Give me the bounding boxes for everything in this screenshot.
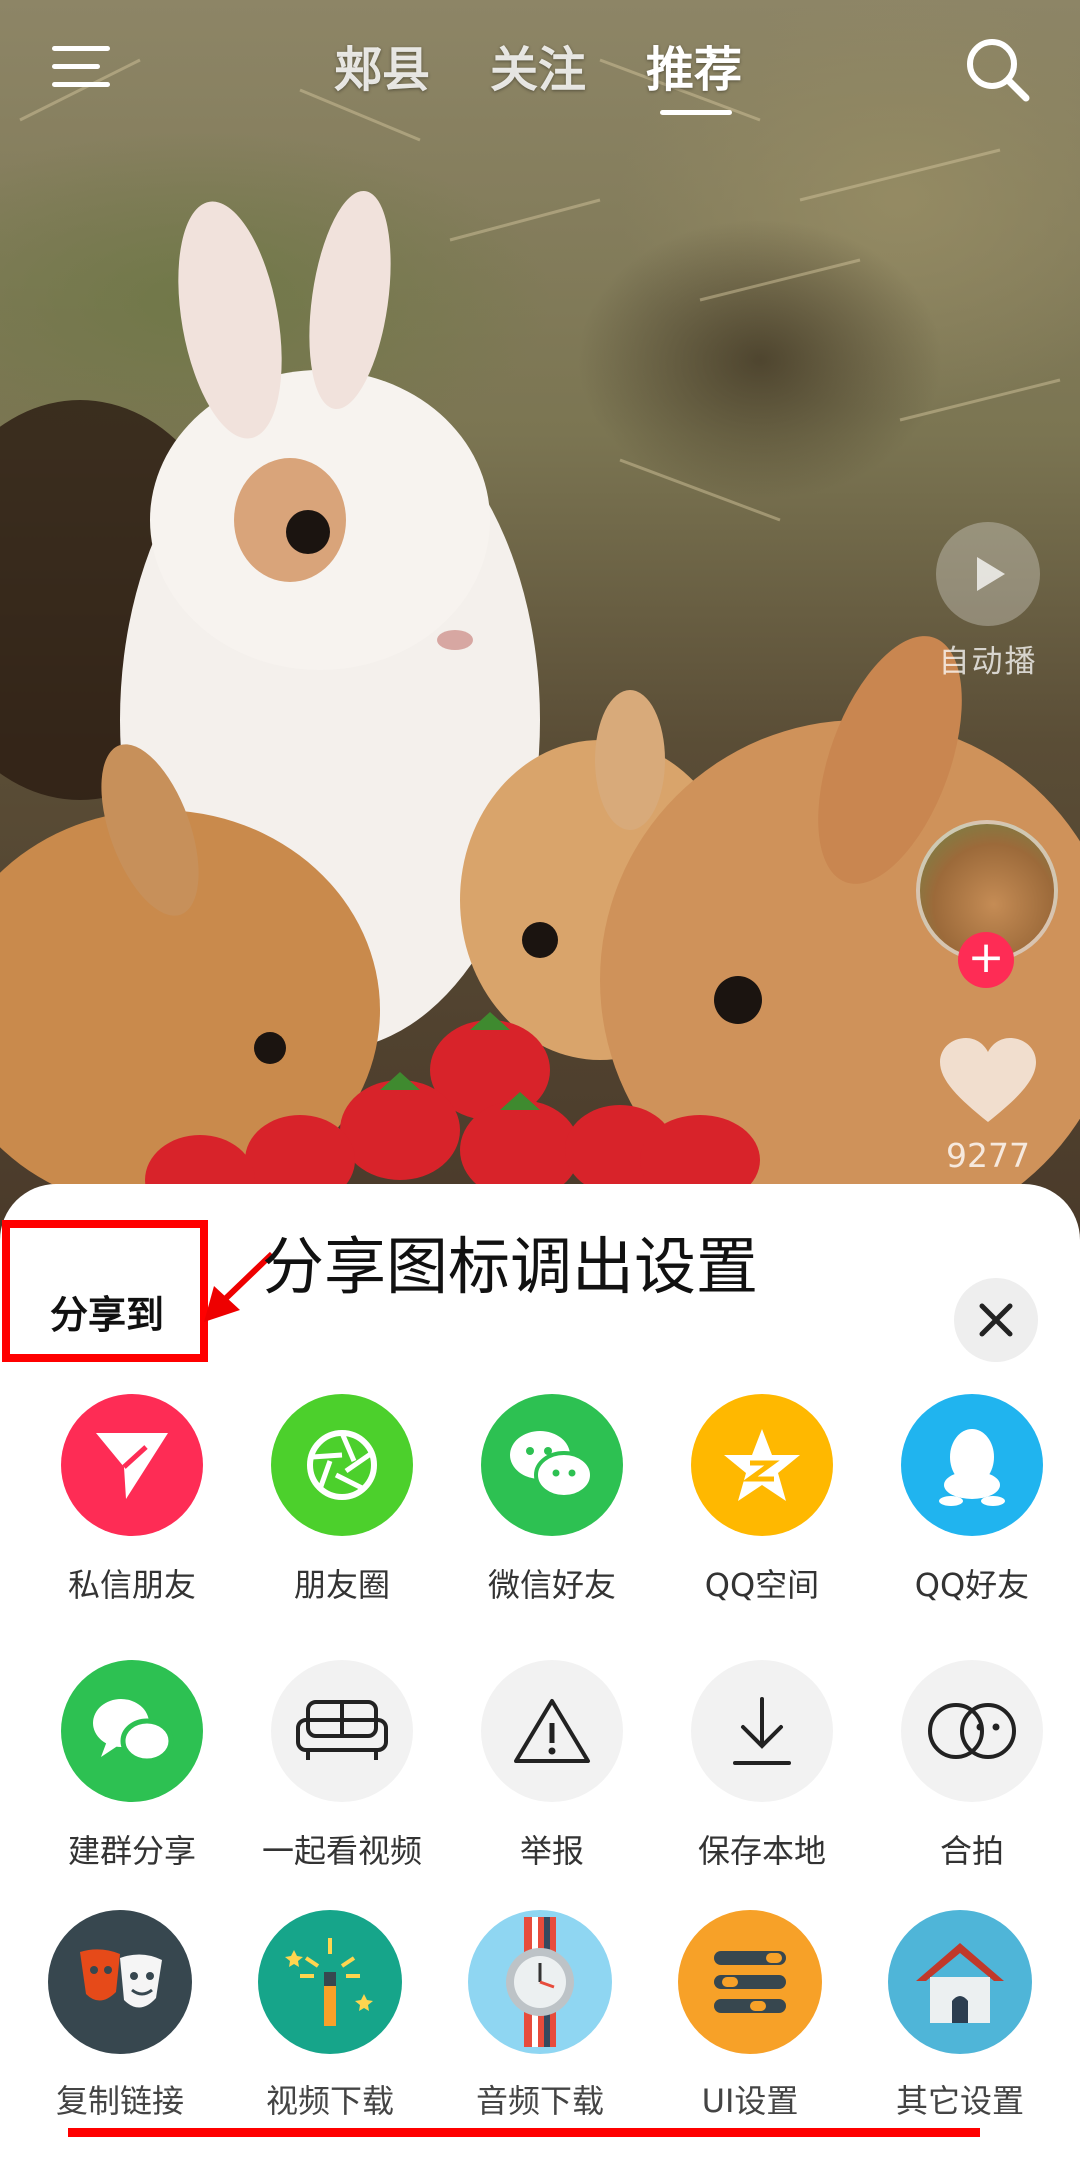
paper-plane-icon[interactable] <box>61 1394 203 1536</box>
group-chat-icon[interactable] <box>61 1660 203 1802</box>
theater-masks-icon[interactable] <box>48 1910 192 2054</box>
report[interactable]: 举报 <box>457 1660 647 1872</box>
share-private-message[interactable]: 私信朋友 <box>37 1394 227 1606</box>
heart-icon[interactable] <box>938 1036 1038 1126</box>
search-icon[interactable] <box>962 34 1032 104</box>
share-label: 保存本地 <box>697 1832 826 1870</box>
audio-download[interactable]: 音频下载 <box>445 1910 635 2122</box>
share-label: UI设置 <box>701 2082 799 2120</box>
video-download[interactable]: 视频下载 <box>235 1910 425 2122</box>
wechat-icon[interactable] <box>481 1394 623 1536</box>
aperture-icon[interactable] <box>271 1394 413 1536</box>
tab-local[interactable]: 郏县 <box>334 30 430 100</box>
share-label: 微信好友 <box>487 1566 616 1604</box>
share-label: 复制链接 <box>55 2082 184 2120</box>
download-icon[interactable] <box>691 1660 833 1802</box>
share-sheet-title: 分享到 <box>50 1293 165 1337</box>
annotation-text: 分享图标调出设置 <box>262 1230 759 1303</box>
share-label: 朋友圈 <box>293 1566 390 1604</box>
share-label: 音频下载 <box>475 2082 604 2120</box>
duet[interactable]: 合拍 <box>877 1660 1067 1872</box>
top-bar: 郏县 关注 推荐 <box>0 0 1080 130</box>
settings-list-icon[interactable] <box>678 1910 822 2054</box>
share-group-chat[interactable]: 建群分享 <box>37 1660 227 1872</box>
share-qq-friend[interactable]: QQ好友 <box>877 1394 1067 1606</box>
share-moments[interactable]: 朋友圈 <box>247 1394 437 1606</box>
share-qzone[interactable]: QQ空间 <box>667 1394 857 1606</box>
close-button[interactable] <box>954 1278 1038 1362</box>
share-wechat-friend[interactable]: 微信好友 <box>457 1394 647 1606</box>
share-label: 私信朋友 <box>67 1566 196 1604</box>
author-avatar[interactable]: + <box>916 820 1058 990</box>
other-settings[interactable]: 其它设置 <box>865 1910 1055 2122</box>
magic-wand-icon[interactable] <box>258 1910 402 2054</box>
like-count: 9277 <box>946 1136 1030 1175</box>
rabbits-image <box>0 58 1080 1240</box>
share-label: 视频下载 <box>265 2082 394 2120</box>
annotation-underline <box>68 2128 980 2137</box>
warning-icon[interactable] <box>481 1660 623 1802</box>
autoplay-label: 自动播 <box>938 644 1038 680</box>
save-local[interactable]: 保存本地 <box>667 1660 857 1872</box>
duet-icon[interactable] <box>901 1660 1043 1802</box>
qq-penguin-icon[interactable] <box>901 1394 1043 1536</box>
play-icon <box>936 522 1040 626</box>
wristwatch-icon[interactable] <box>468 1910 612 2054</box>
share-label: 一起看视频 <box>261 1832 422 1870</box>
ui-settings[interactable]: UI设置 <box>655 1910 845 2122</box>
home-icon[interactable] <box>888 1910 1032 2054</box>
feed-tabs: 郏县 关注 推荐 <box>0 30 1080 120</box>
active-tab-indicator <box>660 110 732 115</box>
like-button[interactable]: 9277 <box>932 1036 1044 1175</box>
share-label: QQ好友 <box>914 1566 1030 1604</box>
close-icon <box>979 1303 1013 1337</box>
share-label: 举报 <box>519 1832 584 1870</box>
autoplay-button[interactable]: 自动播 <box>932 522 1044 682</box>
share-label: 合拍 <box>939 1832 1004 1870</box>
share-label: QQ空间 <box>704 1566 820 1604</box>
sofa-icon[interactable] <box>271 1660 413 1802</box>
qzone-star-icon[interactable] <box>691 1394 833 1536</box>
follow-plus-icon[interactable]: + <box>958 932 1014 988</box>
tab-following[interactable]: 关注 <box>490 30 586 100</box>
copy-link[interactable]: 复制链接 <box>25 1910 215 2122</box>
share-label: 建群分享 <box>67 1832 196 1870</box>
share-label: 其它设置 <box>895 2082 1024 2120</box>
video-frame[interactable] <box>0 0 1080 1240</box>
watch-together[interactable]: 一起看视频 <box>247 1660 437 1872</box>
tab-recommended[interactable]: 推荐 <box>646 30 742 100</box>
